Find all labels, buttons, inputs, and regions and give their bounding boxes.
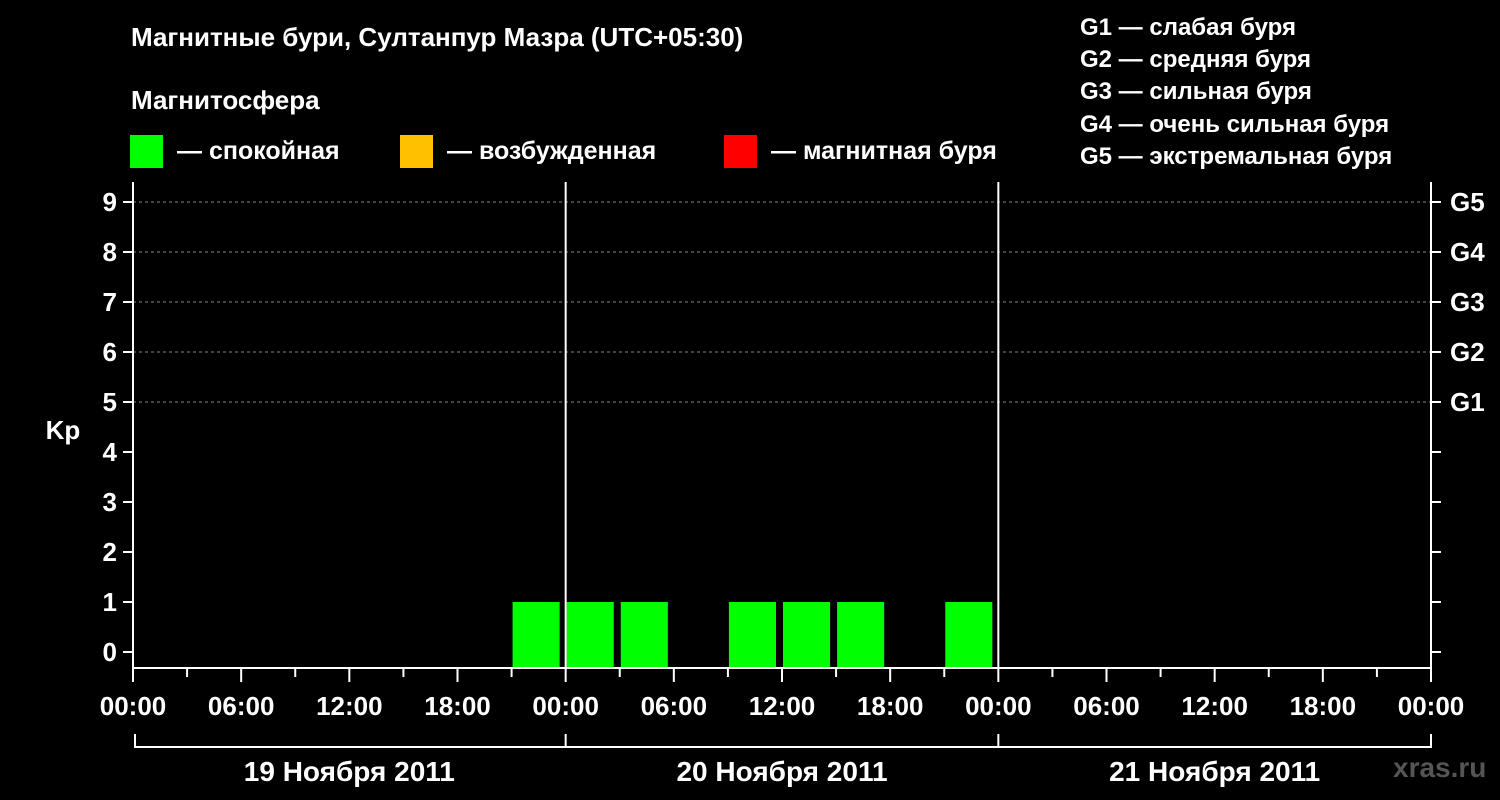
kp-bar — [620, 602, 668, 668]
g-level-label: G1 — [1450, 387, 1485, 417]
x-tick-label: 00:00 — [965, 691, 1032, 721]
x-tick-label: 06:00 — [208, 691, 275, 721]
x-tick-label: 18:00 — [857, 691, 924, 721]
g-level-label: G2 — [1450, 337, 1485, 367]
x-tick-label: 06:00 — [1073, 691, 1140, 721]
day-label: 20 Ноября 2011 — [676, 756, 887, 787]
x-tick-label: 12:00 — [749, 691, 816, 721]
kp-chart: 0 1 2 3 4 5 6 7 8 9 G1 G2 G3 G4 G5 Kp 00:00 06:00 12:00 18:… — [46, 182, 1485, 787]
y-tick-label: 0 — [103, 637, 117, 667]
g-level-label: G4 — [1450, 237, 1485, 267]
x-tick-label: 12:00 — [316, 691, 383, 721]
y-tick-label: 4 — [103, 437, 118, 467]
y-tick-label: 7 — [103, 287, 117, 317]
y-axis-label: Kp — [46, 415, 81, 445]
x-tick-label: 06:00 — [641, 691, 708, 721]
kp-bar — [945, 602, 993, 668]
g-level-label: G3 — [1450, 287, 1485, 317]
day-label: 21 Ноября 2011 — [1109, 756, 1320, 787]
kp-bar — [566, 602, 614, 668]
kp-bar — [728, 602, 776, 668]
x-tick-label: 12:00 — [1181, 691, 1248, 721]
y-tick-label: 1 — [103, 587, 117, 617]
kp-bar — [837, 602, 885, 668]
x-tick-label: 00:00 — [532, 691, 599, 721]
y-tick-label: 5 — [103, 387, 117, 417]
kp-bar — [512, 602, 560, 668]
g-level-label: G5 — [1450, 187, 1485, 217]
y-tick-label: 6 — [103, 337, 117, 367]
y-tick-label: 2 — [103, 537, 117, 567]
x-tick-label: 00:00 — [1398, 691, 1465, 721]
y-tick-label: 3 — [103, 487, 117, 517]
y-tick-label: 8 — [103, 237, 117, 267]
day-label: 19 Ноября 2011 — [244, 756, 455, 787]
x-tick-label: 18:00 — [424, 691, 491, 721]
watermark: xras.ru — [1393, 752, 1487, 783]
x-tick-label: 00:00 — [100, 691, 167, 721]
y-tick-label: 9 — [103, 187, 117, 217]
kp-bar — [783, 602, 831, 668]
x-tick-label: 18:00 — [1290, 691, 1357, 721]
